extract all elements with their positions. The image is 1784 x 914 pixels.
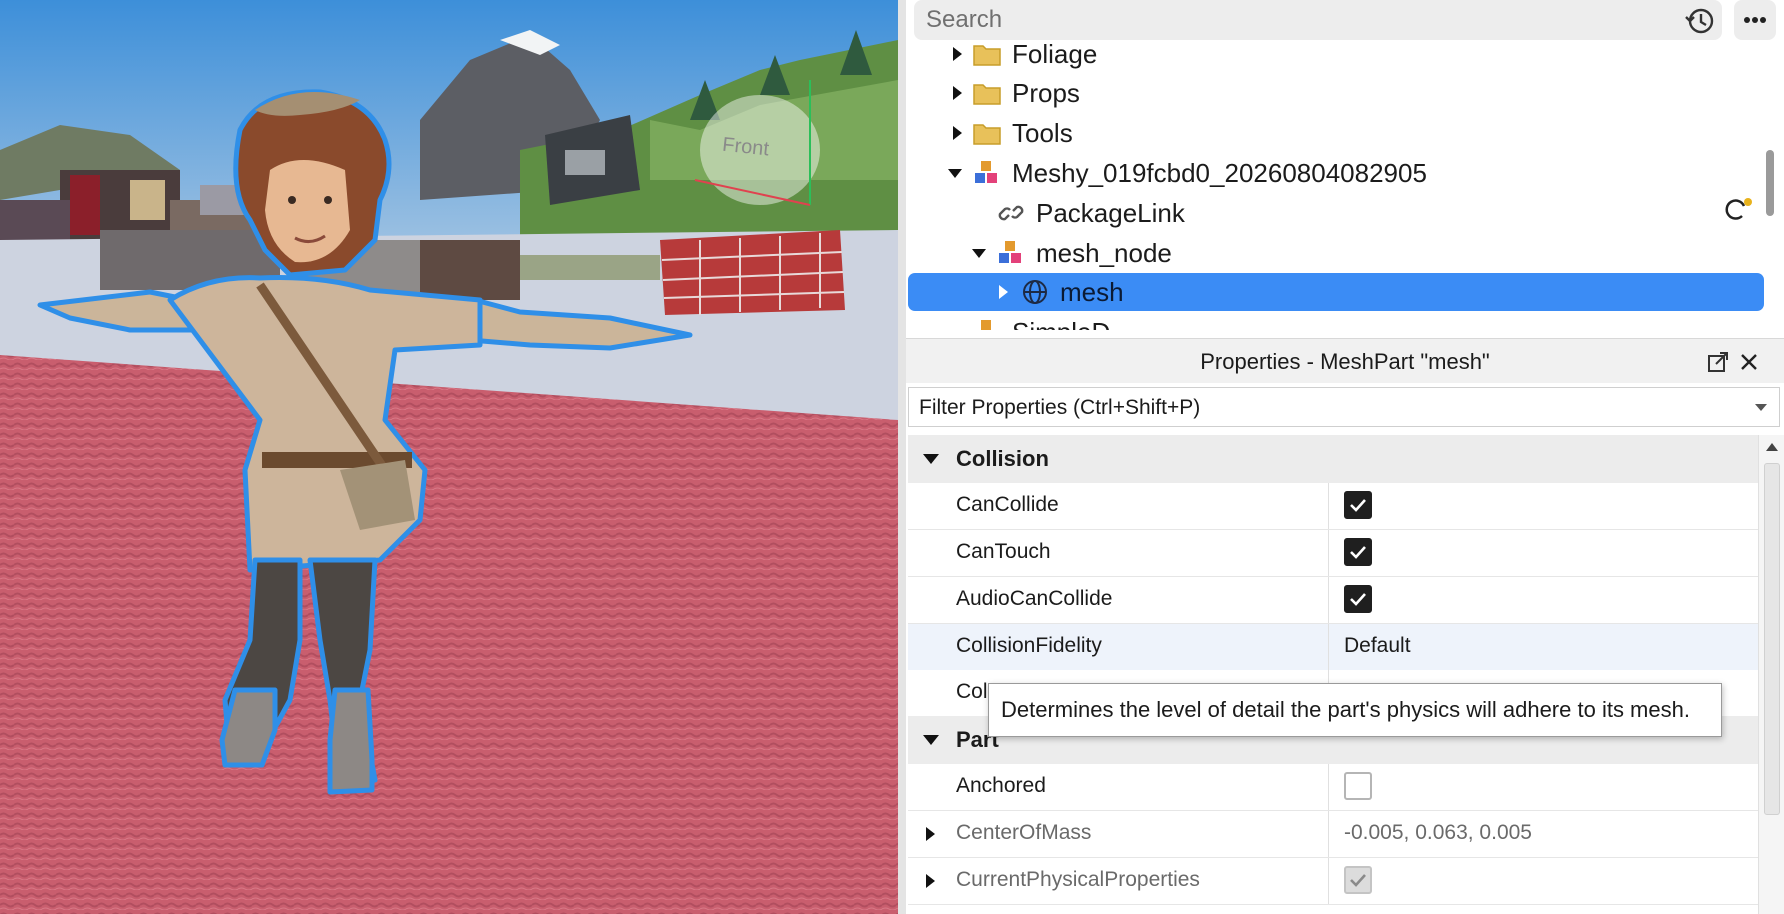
folder-icon	[973, 84, 1001, 105]
property-row-audiocancollide[interactable]: AudioCanCollide	[908, 577, 1758, 624]
checkmark-icon	[1350, 874, 1366, 887]
collapse-arrow-icon[interactable]	[922, 732, 940, 748]
tree-item-mesh-node[interactable]: mesh_node	[906, 234, 1768, 272]
currentphysicalproperties-checkbox	[1344, 866, 1372, 894]
property-row-cantouch[interactable]: CanTouch	[908, 530, 1758, 577]
explorer-tree: Foliage Props Tools Meshy_019fcbd0_20260…	[906, 40, 1784, 330]
property-row-currentphysicalproperties[interactable]: CurrentPhysicalProperties	[908, 858, 1758, 905]
tree-item-foliage[interactable]: Foliage	[906, 40, 1768, 73]
undock-icon[interactable]	[1706, 351, 1730, 373]
property-name: Anchored	[956, 774, 1046, 797]
right-dock: Foliage Props Tools Meshy_019fcbd0_20260…	[906, 0, 1784, 914]
collisionfidelity-value[interactable]: Default	[1344, 634, 1411, 658]
property-name: CollisionFidelity	[956, 634, 1102, 657]
properties-scrollbar[interactable]	[1758, 435, 1784, 914]
cantouch-checkbox[interactable]	[1344, 538, 1372, 566]
expand-arrow-icon[interactable]	[948, 44, 966, 64]
tree-item-partial[interactable]: SimpleD...	[906, 313, 1768, 330]
tree-item-mesh[interactable]: mesh	[906, 273, 1768, 311]
tree-item-label: Meshy_019fcbd0_20260804082905	[1012, 158, 1427, 188]
close-icon[interactable]	[1738, 351, 1760, 373]
model-icon	[981, 320, 991, 330]
link-icon	[998, 205, 1024, 221]
expand-arrow-icon[interactable]	[924, 825, 936, 843]
property-name: AudioCanCollide	[956, 587, 1113, 610]
viewport-scene: Front	[0, 0, 898, 914]
collapse-arrow-icon[interactable]	[970, 243, 988, 263]
property-row-collisionfidelity[interactable]: CollisionFidelity Default	[908, 624, 1758, 671]
category-collision[interactable]: Collision	[908, 435, 1758, 483]
filter-properties-box	[908, 387, 1780, 427]
model-icon	[999, 241, 1021, 263]
checkmark-icon	[1350, 546, 1366, 559]
scroll-up-icon[interactable]	[1765, 441, 1779, 453]
chevron-down-icon[interactable]	[1753, 400, 1769, 414]
tree-item-label: Tools	[1012, 118, 1073, 148]
tree-item-meshy-model[interactable]: Meshy_019fcbd0_20260804082905	[906, 154, 1768, 192]
tree-item-tools[interactable]: Tools	[906, 114, 1768, 152]
properties-grid: Collision CanCollide CanTouch AudioCanCo…	[908, 435, 1758, 914]
meshpart-icon	[1023, 280, 1047, 304]
filter-properties-input[interactable]	[919, 395, 1699, 421]
properties-scrollbar-thumb[interactable]	[1764, 463, 1780, 815]
tree-item-props[interactable]: Props	[906, 74, 1768, 112]
explorer-scrollbar-thumb[interactable]	[1766, 150, 1774, 216]
collapse-arrow-icon[interactable]	[946, 163, 964, 183]
checkmark-icon	[1350, 593, 1366, 606]
property-name: Col	[956, 680, 988, 703]
tree-item-label: mesh	[1060, 277, 1124, 307]
tooltip-text: Determines the level of detail the part'…	[1001, 697, 1690, 722]
anchored-checkbox[interactable]	[1344, 772, 1372, 800]
explorer-search-bar	[914, 0, 1722, 40]
audiocancollide-checkbox[interactable]	[1344, 585, 1372, 613]
property-name: CenterOfMass	[956, 821, 1092, 844]
properties-title-bar: Properties - MeshPart "mesh"	[906, 339, 1784, 383]
expand-arrow-icon[interactable]	[924, 872, 936, 890]
cancollide-checkbox[interactable]	[1344, 491, 1372, 519]
property-row-centerofmass[interactable]: CenterOfMass -0.005, 0.063, 0.005	[908, 811, 1758, 858]
tree-item-label: PackageLink	[1036, 198, 1185, 228]
property-row-anchored[interactable]: Anchored	[908, 764, 1758, 811]
tree-item-label: mesh_node	[1036, 238, 1172, 268]
folder-icon	[973, 124, 1001, 145]
property-name: CurrentPhysicalProperties	[956, 868, 1200, 891]
property-row-cancollide[interactable]: CanCollide	[908, 483, 1758, 530]
history-icon[interactable]	[1684, 4, 1718, 38]
property-tooltip: Determines the level of detail the part'…	[988, 683, 1722, 737]
collapse-arrow-icon[interactable]	[922, 451, 940, 467]
panel-splitter[interactable]	[898, 0, 906, 914]
expand-arrow-icon[interactable]	[994, 282, 1012, 302]
tree-item-label: Props	[1012, 78, 1080, 108]
tree-item-label: Foliage	[1012, 40, 1098, 69]
category-label: Collision	[956, 446, 1049, 471]
folder-icon	[973, 45, 1001, 66]
centerofmass-value: -0.005, 0.063, 0.005	[1344, 821, 1532, 844]
explorer-search-input[interactable]	[926, 6, 1566, 34]
more-dots-icon	[1744, 17, 1766, 23]
checkmark-icon	[1350, 499, 1366, 512]
property-name: CanCollide	[956, 493, 1059, 516]
expand-arrow-icon[interactable]	[948, 123, 966, 143]
tree-item-packagelink[interactable]: PackageLink	[906, 194, 1768, 232]
tree-item-label: SimpleD...	[1012, 317, 1132, 330]
model-icon	[975, 161, 997, 183]
expand-arrow-icon[interactable]	[948, 83, 966, 103]
viewport-3d[interactable]: Front	[0, 0, 898, 914]
more-options-button[interactable]	[1734, 0, 1776, 40]
properties-panel: Properties - MeshPart "mesh" Collision C…	[906, 338, 1784, 914]
property-name: CanTouch	[956, 540, 1051, 563]
properties-title: Properties - MeshPart "mesh"	[1200, 349, 1490, 374]
